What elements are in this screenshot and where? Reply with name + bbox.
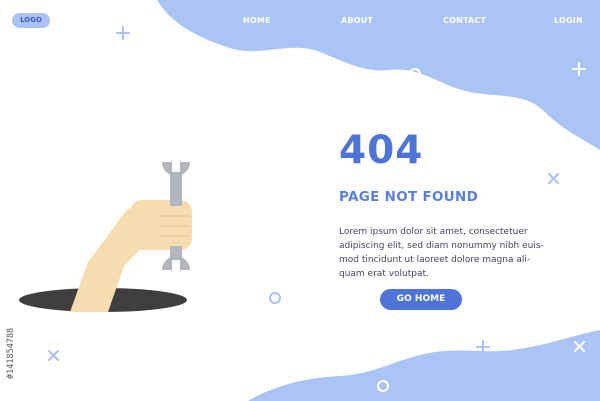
error-code: 404 (339, 128, 424, 173)
go-home-button[interactable]: GO HOME (380, 289, 462, 310)
x-icon (48, 350, 59, 361)
logo[interactable]: LOGO (12, 13, 50, 28)
bottom-wave-shape (248, 330, 600, 401)
description-line: Lorem ipsum dolor sit amet, consectetuer (339, 227, 528, 237)
plus-icon (116, 26, 130, 40)
description-line: mod tincidunt ut laoreet dolore magna al… (339, 255, 531, 265)
nav-home[interactable]: HOME (243, 16, 271, 25)
circle-icon (269, 292, 281, 304)
stock-id-label: #141854788 (6, 327, 16, 379)
x-icon (548, 173, 559, 184)
description-line: adipiscing elit, sed diam nonummy nibh e… (339, 241, 544, 251)
description-line: quam erat volutpat. (339, 269, 429, 279)
background-illustration (19, 0, 600, 401)
nav-contact[interactable]: CONTACT (443, 16, 486, 25)
stock-id-watermark: #141854788 (3, 262, 19, 382)
nav-about[interactable]: ABOUT (341, 16, 373, 25)
error-page: LOGO HOME ABOUT CONTACT LOGIN 404 PAGE N… (0, 0, 600, 401)
error-title: PAGE NOT FOUND (339, 189, 479, 205)
nav-login[interactable]: LOGIN (554, 16, 583, 25)
error-description: Lorem ipsum dolor sit amet, consectetuer… (339, 225, 575, 281)
